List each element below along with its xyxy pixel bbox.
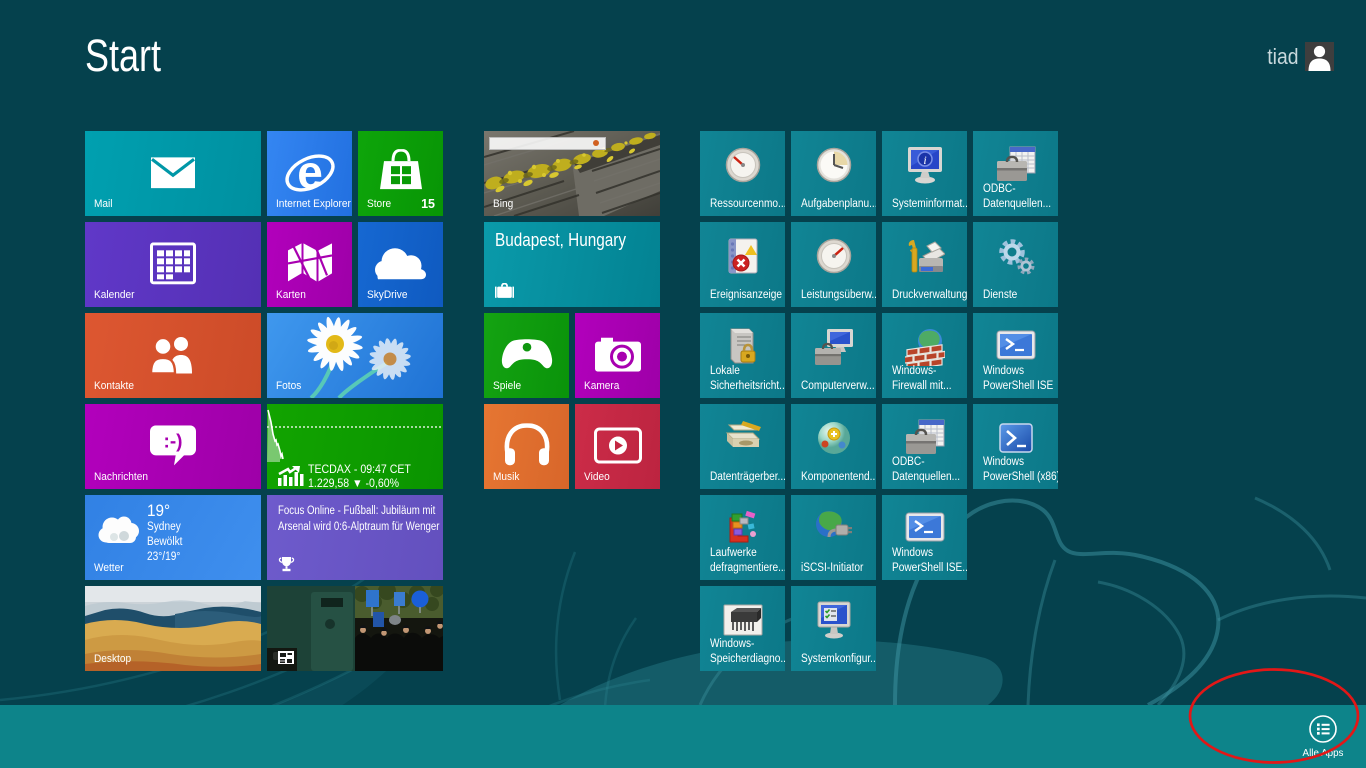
svg-text:e: e — [297, 147, 323, 197]
svg-text::-): :-) — [164, 431, 183, 452]
svg-text:i: i — [923, 153, 926, 167]
